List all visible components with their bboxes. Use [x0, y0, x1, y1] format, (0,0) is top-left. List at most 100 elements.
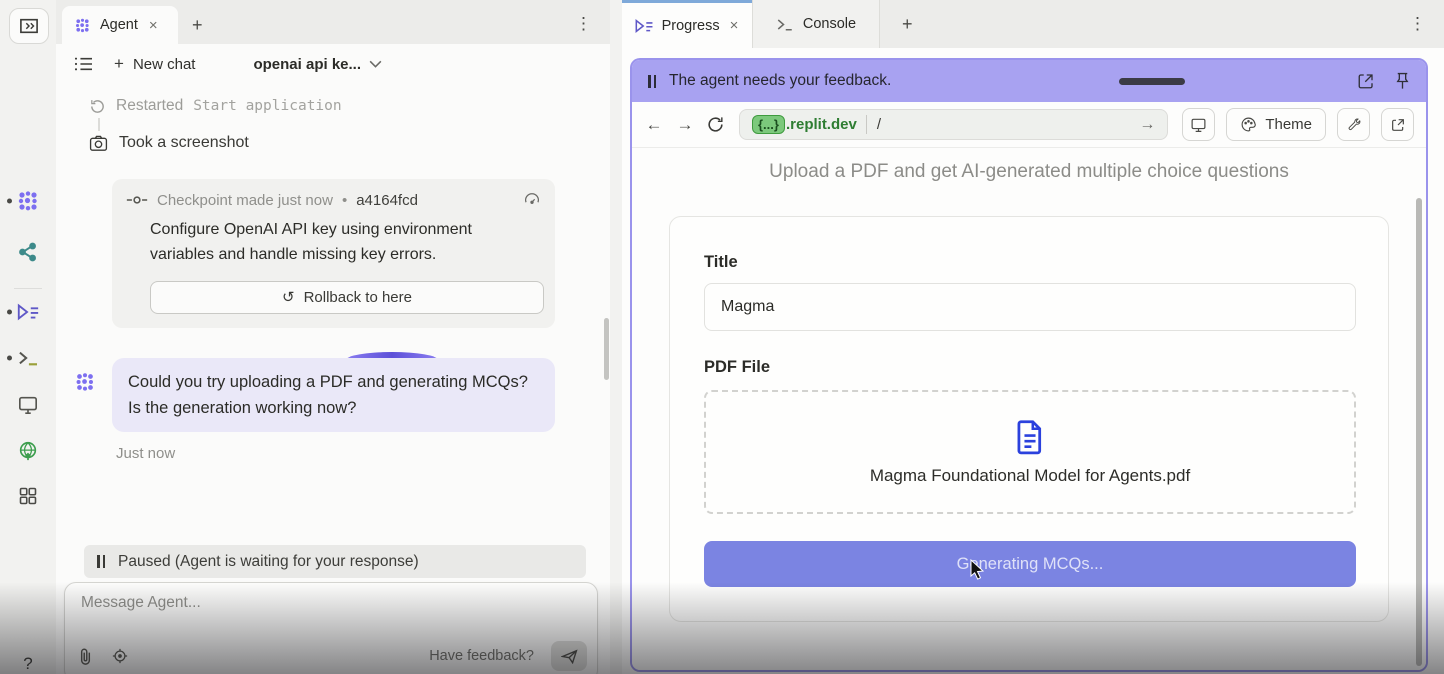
composer-toolbar: Have feedback?	[77, 641, 587, 671]
console-icon	[776, 17, 794, 32]
chevron-down-icon	[369, 60, 382, 68]
url-domain: .replit.dev	[786, 116, 857, 133]
sidebar-toggle-button[interactable]	[9, 8, 49, 44]
chat-selector-dropdown[interactable]: openai api ke...	[253, 56, 382, 73]
have-feedback-link[interactable]: Have feedback?	[429, 648, 534, 664]
rollback-button[interactable]: ↺ Rollback to here	[150, 281, 544, 314]
usage-gauge-icon[interactable]	[590, 55, 610, 74]
chat-scroll-area[interactable]: Restarted Start application Took a scree…	[56, 84, 610, 542]
rail-divider	[14, 288, 42, 289]
progress-icon	[634, 18, 654, 34]
pin-icon[interactable]	[1395, 72, 1410, 91]
close-tab-icon[interactable]: ×	[728, 17, 741, 34]
agent-message-row: Could you try uploading a PDF and genera…	[56, 358, 610, 433]
app-window: ? Agent × + ⋮ + New chat	[0, 0, 1444, 674]
rail-item-webview[interactable]	[0, 436, 56, 466]
chat-header: + New chat openai api ke...	[56, 44, 610, 84]
chat-selector-label: openai api ke...	[253, 56, 361, 73]
attach-icon[interactable]	[77, 647, 94, 666]
wrench-icon	[1346, 117, 1362, 133]
console-icon	[17, 349, 39, 367]
url-separator	[866, 115, 867, 134]
monitor-icon	[17, 395, 39, 415]
mcq-form-card: Title PDF File Magma Foundational Model …	[669, 216, 1389, 622]
send-button[interactable]	[551, 641, 587, 671]
page-subtitle: Upload a PDF and get AI-generated multip…	[632, 161, 1426, 183]
open-external-button[interactable]	[1381, 108, 1414, 141]
rail-item-output[interactable]	[0, 390, 56, 420]
panel-menu-button[interactable]: ⋮	[1409, 14, 1444, 34]
panel-collapse-icon	[18, 17, 40, 35]
camera-icon	[89, 135, 108, 152]
tab-progress-label: Progress	[662, 18, 720, 34]
go-icon[interactable]: →	[1139, 116, 1155, 134]
new-chat-button[interactable]: + New chat	[114, 54, 195, 74]
panel-menu-button[interactable]: ⋮	[575, 14, 610, 44]
device-preview-button[interactable]	[1182, 108, 1215, 141]
message-timestamp: Just now	[116, 445, 610, 462]
rail-item-graph[interactable]	[0, 237, 56, 267]
theme-button[interactable]: Theme	[1226, 108, 1326, 141]
open-in-window-icon[interactable]	[1357, 72, 1375, 90]
progress-icon	[16, 302, 40, 322]
forward-button[interactable]: →	[675, 115, 695, 135]
title-field-label: Title	[704, 253, 1354, 272]
rail-item-console[interactable]	[0, 343, 56, 373]
rail-item-progress[interactable]	[0, 297, 56, 327]
right-tabstrip: Progress × Console + ⋮	[622, 0, 1444, 48]
pause-icon	[97, 555, 105, 568]
agent-avatar-icon	[74, 371, 96, 393]
send-icon	[561, 649, 578, 664]
tab-progress[interactable]: Progress ×	[622, 0, 752, 48]
url-bar[interactable]: {...} .replit.dev / →	[739, 109, 1168, 140]
help-button[interactable]: ?	[0, 654, 56, 674]
rail-item-agent[interactable]	[0, 186, 56, 216]
grid-icon	[18, 486, 38, 506]
timeline-connector	[98, 118, 100, 131]
generate-mcqs-button[interactable]: Generating MCQs...	[704, 541, 1356, 587]
message-input[interactable]	[81, 594, 581, 622]
app-preview: Upload a PDF and get AI-generated multip…	[632, 148, 1426, 670]
paused-status-bar: Paused (Agent is waiting for your respon…	[84, 545, 586, 578]
browser-toolbar: ← → {...} .replit.dev / →	[632, 102, 1426, 148]
usage-gauge-icon[interactable]	[523, 191, 541, 209]
external-link-icon	[1390, 117, 1406, 133]
plus-icon: +	[114, 54, 124, 74]
left-rail: ?	[0, 0, 56, 674]
graph-branch-icon	[17, 241, 39, 263]
checkpoint-separator: •	[342, 192, 347, 209]
close-tab-icon[interactable]: ×	[147, 17, 160, 34]
focus-settings-icon[interactable]	[111, 647, 129, 665]
devtools-button[interactable]	[1337, 108, 1370, 141]
tab-console[interactable]: Console	[752, 0, 880, 48]
title-input[interactable]	[704, 283, 1356, 331]
new-tab-button[interactable]: +	[178, 15, 215, 44]
checkpoint-description: Configure OpenAI API key using environme…	[150, 218, 526, 268]
restart-icon	[89, 98, 106, 115]
banner-actions	[1357, 72, 1410, 91]
undo-icon: ↺	[282, 288, 295, 306]
paused-label: Paused (Agent is waiting for your respon…	[118, 553, 419, 571]
timeline-restarted-row: Restarted Start application	[89, 97, 610, 115]
drag-handle[interactable]	[1119, 78, 1185, 85]
pdf-dropzone[interactable]: Magma Foundational Model for Agents.pdf	[704, 390, 1356, 514]
preview-scrollbar[interactable]	[1416, 198, 1422, 666]
feedback-banner-text: The agent needs your feedback.	[669, 72, 891, 90]
restarted-label: Restarted	[116, 97, 183, 115]
tab-agent[interactable]: Agent ×	[62, 6, 178, 44]
back-button[interactable]: ←	[644, 115, 664, 135]
palette-icon	[1240, 116, 1257, 133]
rollback-label: Rollback to here	[304, 289, 412, 306]
active-dot	[7, 310, 12, 315]
url-path: /	[877, 116, 881, 133]
uploaded-file-name: Magma Foundational Model for Agents.pdf	[870, 466, 1190, 486]
new-tab-button[interactable]: +	[880, 14, 913, 35]
chat-scrollbar[interactable]	[604, 318, 609, 380]
reload-button[interactable]	[706, 115, 725, 134]
rail-item-apps[interactable]	[0, 481, 56, 511]
url-host-badge: {...}	[752, 115, 785, 134]
agent-panel: Agent × + ⋮ + New chat openai api ke...	[56, 0, 610, 674]
mouse-cursor	[969, 559, 987, 581]
new-chat-label: New chat	[133, 56, 196, 73]
chat-list-icon[interactable]	[74, 56, 94, 72]
